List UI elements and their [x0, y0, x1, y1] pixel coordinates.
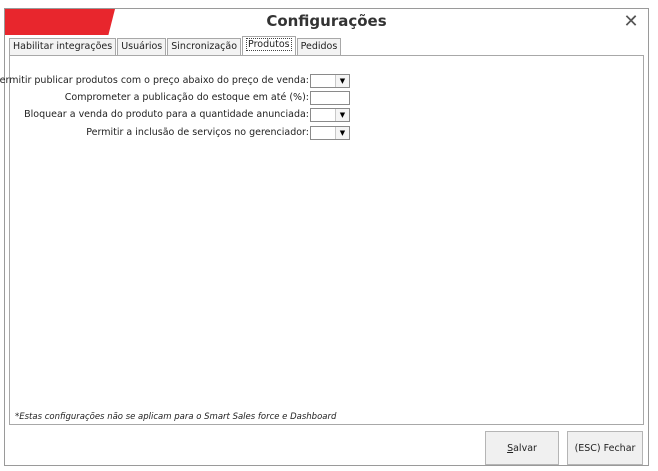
tab-label: Usuários — [121, 41, 163, 52]
tab-pedidos[interactable]: Pedidos — [296, 38, 342, 55]
title-bar: Configurações ✕ — [5, 9, 648, 35]
tab-label: Habilitar integrações — [13, 41, 113, 52]
window-title: Configurações — [266, 12, 387, 30]
setting-row-bloquear-venda: Bloquear a venda do produto para a quant… — [10, 108, 350, 123]
tab-usuarios[interactable]: Usuários — [117, 38, 167, 55]
tab-label: Pedidos — [300, 41, 338, 52]
setting-label: Comprometer a publicação do estoque em a… — [64, 92, 309, 103]
bloquear-venda-dropdown[interactable]: ▼ — [310, 108, 350, 122]
setting-label: Permitir a inclusão de serviços no geren… — [86, 127, 309, 138]
setting-row-preco-abaixo: Permitir publicar produtos com o preço a… — [0, 74, 350, 89]
tab-produtos[interactable]: Produtos — [242, 36, 296, 55]
chevron-down-icon[interactable]: ▼ — [335, 109, 349, 121]
footnote: *Estas configurações não se aplicam para… — [15, 412, 337, 422]
setting-row-inclusao-servicos: Permitir a inclusão de serviços no geren… — [10, 126, 350, 141]
settings-window: Configurações ✕ Habilitar integrações Us… — [0, 8, 649, 466]
chevron-down-icon[interactable]: ▼ — [335, 75, 349, 87]
close-button[interactable]: (ESC) Fechar — [567, 431, 643, 465]
tab-label: Sincronização — [171, 41, 238, 52]
setting-label: Permitir publicar produtos com o preço a… — [0, 75, 309, 86]
tab-panel-produtos: Permitir publicar produtos com o preço a… — [0, 55, 644, 425]
setting-label: Bloquear a venda do produto para a quant… — [24, 109, 309, 120]
preco-abaixo-dropdown[interactable]: ▼ — [310, 74, 350, 88]
tab-sincronizacao[interactable]: Sincronização — [167, 38, 242, 55]
save-label: alvar — [513, 443, 537, 454]
chevron-down-icon[interactable]: ▼ — [335, 127, 349, 139]
setting-row-comprometer-estoque: Comprometer a publicação do estoque em a… — [10, 91, 350, 106]
close-icon[interactable]: ✕ — [620, 12, 642, 32]
comprometer-estoque-input[interactable] — [310, 91, 350, 105]
save-button[interactable]: Salvar — [485, 431, 559, 465]
inclusao-servicos-dropdown[interactable]: ▼ — [310, 126, 350, 140]
tab-strip: Habilitar integrações Usuários Sincroniz… — [9, 36, 342, 55]
tab-label: Produtos — [246, 38, 292, 51]
tab-habilitar-integracoes[interactable]: Habilitar integrações — [9, 38, 117, 55]
